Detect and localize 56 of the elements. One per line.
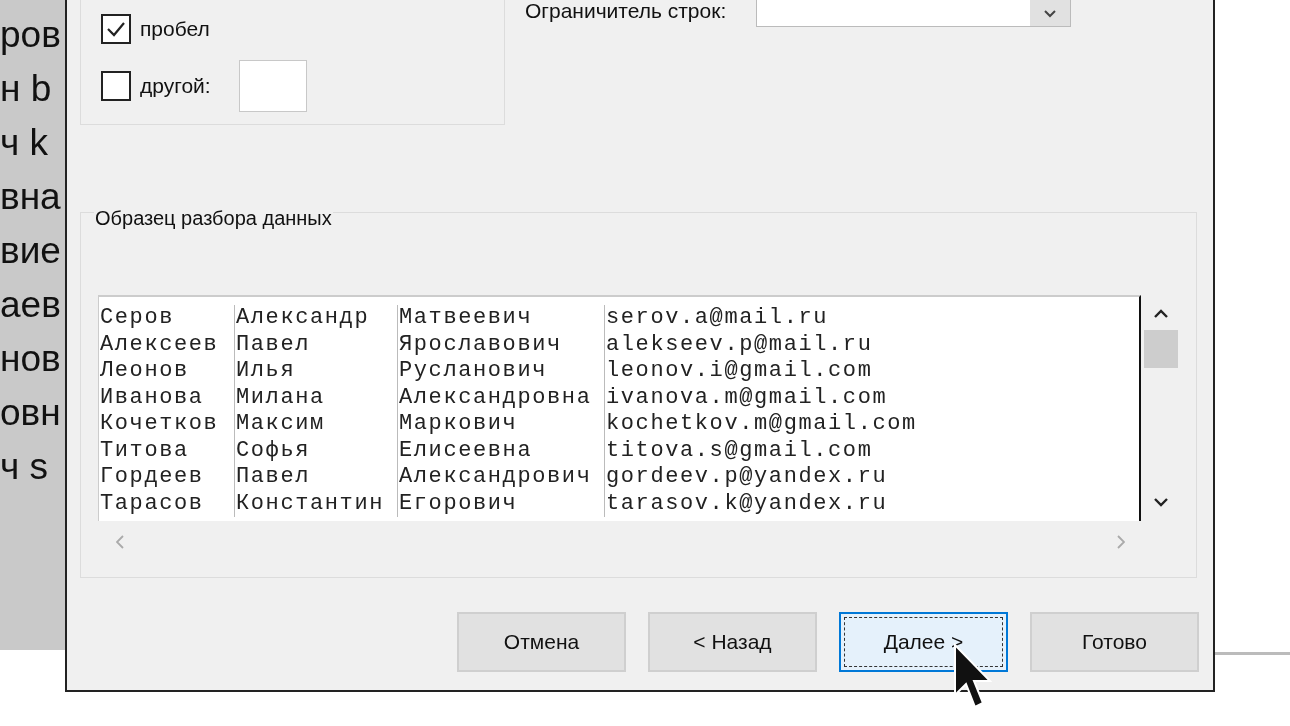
preview-cell: Иванова bbox=[100, 386, 204, 409]
preview-cell: alekseev.p@mail.ru bbox=[606, 333, 873, 356]
preview-cell: Русланович bbox=[399, 360, 548, 383]
preview-cell: Павел bbox=[236, 333, 310, 356]
preview-cell: gordeev.p@yandex.ru bbox=[606, 466, 888, 489]
preview-cell: Илья bbox=[236, 360, 296, 383]
preview-cell: leonov.i@gmail.com bbox=[606, 360, 873, 383]
preview-cell: Гордеев bbox=[100, 466, 204, 489]
scroll-down-icon bbox=[1154, 498, 1168, 507]
cell-text: аев bbox=[0, 283, 62, 327]
other-delimiter-field[interactable] bbox=[238, 60, 307, 112]
dialog-button[interactable]: Отмена bbox=[457, 612, 626, 672]
preview-cell: Матвеевич bbox=[399, 307, 533, 330]
preview-cell: Милана bbox=[236, 386, 325, 409]
scroll-left-icon bbox=[116, 535, 124, 549]
preview-cell: Александрович bbox=[399, 466, 592, 489]
scroll-up-icon bbox=[1154, 309, 1168, 318]
preview-cell: Серов bbox=[100, 307, 174, 330]
preview-cell: Титова bbox=[100, 439, 189, 462]
dialog-button[interactable]: < Назад bbox=[648, 612, 817, 672]
preview-cell: Павел bbox=[236, 466, 310, 489]
scrollbar-thumb[interactable] bbox=[1144, 330, 1178, 368]
preview-cell: Максим bbox=[236, 413, 325, 436]
preview-cell: tarasov.k@yandex.ru bbox=[606, 492, 888, 515]
preview-cell: Александровна bbox=[399, 386, 592, 409]
preview-cell: Егорович bbox=[399, 492, 518, 515]
scroll-right-icon bbox=[1117, 535, 1125, 549]
cell-text: н b bbox=[0, 67, 53, 111]
cell-text: ров bbox=[0, 13, 62, 57]
preview-cell: titova.s@gmail.com bbox=[606, 439, 873, 462]
preview-cell: serov.a@mail.ru bbox=[606, 307, 829, 330]
dialog-button[interactable]: Готово bbox=[1030, 612, 1199, 672]
preview-cell: Леонов bbox=[100, 360, 189, 383]
cell-text: ч s bbox=[0, 445, 50, 489]
cell-text: ч k bbox=[0, 121, 50, 165]
checkbox[interactable] bbox=[101, 14, 131, 44]
preview-cell: kochetkov.m@gmail.com bbox=[606, 413, 917, 436]
preview-cell: Ярославович bbox=[399, 333, 562, 356]
preview-cell: Кочетков bbox=[100, 413, 219, 436]
preview-cell: Константин bbox=[236, 492, 385, 515]
cell-text: нов bbox=[0, 337, 62, 381]
preview-cell: ivanova.m@gmail.com bbox=[606, 386, 888, 409]
cell-text: овн bbox=[0, 391, 62, 435]
cell-text: вие bbox=[0, 229, 62, 273]
preview-cell: Александр bbox=[236, 307, 370, 330]
checkbox[interactable] bbox=[101, 71, 131, 101]
checkbox-label: пробел bbox=[140, 16, 210, 43]
check-icon bbox=[106, 21, 126, 37]
preview-cell: Елисеевна bbox=[399, 439, 533, 462]
preview-cell: Маркович bbox=[399, 413, 518, 436]
preview-cell: Софья bbox=[236, 439, 310, 462]
line-delimiter-label: Ограничитель строк: bbox=[525, 0, 727, 23]
preview-cell: Тарасов bbox=[100, 492, 204, 515]
cell-text: вна bbox=[0, 175, 62, 219]
checkbox-label: другой: bbox=[140, 73, 211, 100]
preview-cell: Алексеев bbox=[100, 333, 219, 356]
